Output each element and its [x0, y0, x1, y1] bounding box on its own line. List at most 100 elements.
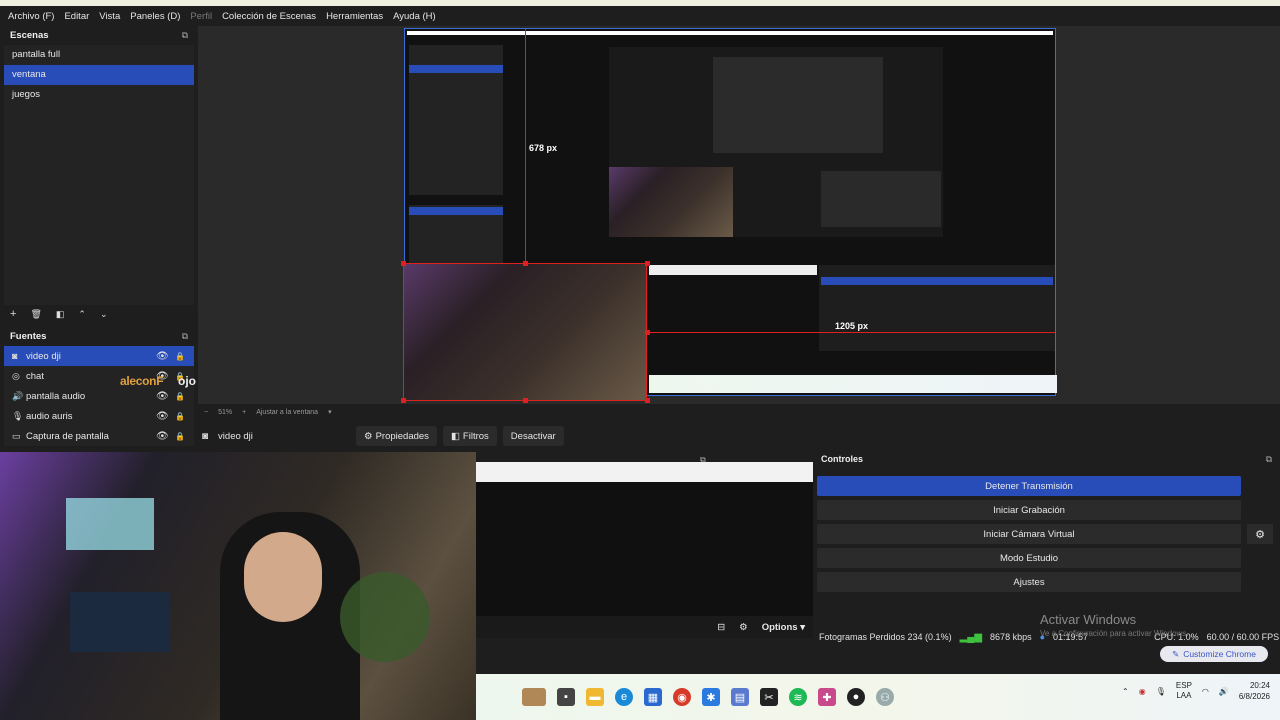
- move-down-icon[interactable]: ⌄: [100, 309, 108, 320]
- menu-archivo[interactable]: Archivo (F): [8, 11, 54, 22]
- taskbar: ▪ ▬ e ▦ ◉ ✱ ▤ ✂ ≋ ✚ ● ⚇ ⌃ ◉ 🎙 ESP LAA ◠ …: [476, 674, 1280, 720]
- settings-icon[interactable]: ✱: [702, 688, 720, 706]
- zoom-out-icon[interactable]: −: [204, 409, 208, 416]
- settings-button[interactable]: Ajustes: [817, 572, 1241, 592]
- source-item-chat[interactable]: ◎ chat 👁 🔒: [4, 366, 194, 386]
- deactivate-label: Desactivar: [510, 430, 556, 442]
- customize-chrome-button[interactable]: ✎ Customize Chrome: [1160, 646, 1268, 662]
- pencil-icon: ✎: [1172, 648, 1180, 659]
- filters-button[interactable]: ◧ Filtros: [442, 426, 497, 446]
- obs-icon[interactable]: ●: [847, 688, 865, 706]
- virtual-camera-settings-gear-icon[interactable]: ⚙: [1247, 524, 1273, 544]
- spotify-icon[interactable]: ≋: [789, 688, 807, 706]
- fps-readout: 60.00 / 60.00 FPS: [1206, 632, 1280, 642]
- resize-handle[interactable]: [645, 398, 650, 403]
- menu-perfil[interactable]: Perfil: [190, 11, 212, 22]
- options-button[interactable]: Options ▾: [762, 622, 805, 633]
- zoom-in-icon[interactable]: +: [242, 409, 246, 416]
- menu-herramientas[interactable]: Herramientas: [326, 11, 383, 22]
- app-icon[interactable]: ⚇: [876, 688, 894, 706]
- menu-coleccion-escenas[interactable]: Colección de Escenas: [222, 11, 316, 22]
- resize-handle[interactable]: [645, 330, 650, 335]
- overlay-username: aleconF: [120, 374, 164, 388]
- eye-icon[interactable]: 👁: [156, 411, 169, 422]
- guide-line-vertical: [525, 29, 526, 263]
- undock-icon[interactable]: ⧉: [182, 331, 188, 342]
- scene-item-pantalla-full[interactable]: pantalla full: [4, 45, 194, 65]
- source-item-video-dji[interactable]: ◙ video dji 👁 🔒: [4, 346, 194, 366]
- store-icon[interactable]: ▦: [644, 688, 662, 706]
- scene-item-ventana[interactable]: ventana: [4, 65, 194, 85]
- gear-icon[interactable]: ⚙: [739, 622, 748, 633]
- calculator-icon[interactable]: ▤: [731, 688, 749, 706]
- add-icon[interactable]: +: [10, 308, 16, 320]
- menu-paneles[interactable]: Paneles (D): [130, 11, 180, 22]
- speaker-icon: 🔊: [12, 390, 24, 401]
- folder-icon[interactable]: ▬: [586, 688, 604, 706]
- resize-handle[interactable]: [523, 398, 528, 403]
- snipping-tool-icon[interactable]: ✚: [818, 688, 836, 706]
- face-shape: [244, 532, 322, 622]
- eye-icon[interactable]: 👁: [156, 391, 169, 402]
- eye-icon[interactable]: 👁: [156, 431, 169, 442]
- language-indicator[interactable]: ESP LAA: [1176, 681, 1192, 701]
- stop-stream-button[interactable]: Detener Transmisión: [817, 476, 1241, 496]
- source-item-audio-auris[interactable]: 🎙 audio auris 👁 🔒: [4, 406, 194, 426]
- lock-icon[interactable]: 🔒: [175, 392, 185, 401]
- microphone-icon: 🎙: [12, 410, 24, 421]
- lock-icon[interactable]: 🔒: [175, 432, 185, 441]
- scenes-dock: Escenas ⧉ pantalla full ventana juegos +…: [4, 26, 194, 324]
- trash-icon[interactable]: 🗑: [30, 309, 41, 320]
- menu-ayuda[interactable]: Ayuda (H): [393, 11, 436, 22]
- undock-icon[interactable]: ⧉: [700, 455, 706, 465]
- source-label: chat: [26, 370, 44, 382]
- nested-controls: [819, 265, 1055, 351]
- wifi-icon[interactable]: ◠: [1202, 687, 1209, 696]
- studio-mode-button[interactable]: Modo Estudio: [817, 548, 1241, 568]
- tray-app-icon[interactable]: ◉: [1139, 687, 1146, 696]
- selection-box: [403, 263, 647, 401]
- filter-icon[interactable]: ◧: [56, 309, 65, 320]
- volume-icon[interactable]: 🔊: [1219, 687, 1229, 696]
- start-recording-button[interactable]: Iniciar Grabación: [817, 500, 1241, 520]
- layout-icon[interactable]: ⊟: [717, 622, 725, 633]
- move-up-icon[interactable]: ⌃: [78, 309, 86, 320]
- menu-editar[interactable]: Editar: [64, 11, 89, 22]
- nested-titlebar: [407, 31, 1053, 35]
- start-virtual-camera-button[interactable]: Iniciar Cámara Virtual: [817, 524, 1241, 544]
- resize-handle[interactable]: [401, 261, 406, 266]
- resize-handle[interactable]: [645, 261, 650, 266]
- lock-icon[interactable]: 🔒: [175, 352, 185, 361]
- resize-handle[interactable]: [401, 398, 406, 403]
- zoom-fit-button[interactable]: Ajustar a la ventana: [256, 409, 318, 416]
- scene-item-juegos[interactable]: juegos: [4, 85, 194, 105]
- monitor-glow: [66, 498, 154, 550]
- undock-icon[interactable]: ⧉: [1266, 454, 1272, 468]
- microphone-icon[interactable]: 🎙: [1156, 687, 1166, 696]
- menu-vista[interactable]: Vista: [99, 11, 120, 22]
- source-context-bar: ◙ video dji ⚙ Propiedades ◧ Filtros Desa…: [198, 424, 1280, 448]
- lock-icon[interactable]: 🔒: [175, 412, 185, 421]
- terminal-icon[interactable]: ▪: [557, 688, 575, 706]
- capcut-icon[interactable]: ✂: [760, 688, 778, 706]
- resize-handle[interactable]: [523, 261, 528, 266]
- source-item-captura-pantalla[interactable]: ▭ Captura de pantalla 👁 🔒: [4, 426, 194, 446]
- undock-icon[interactable]: ⧉: [182, 30, 188, 41]
- source-label: audio auris: [26, 410, 73, 422]
- desk-shape: [70, 592, 170, 652]
- clock[interactable]: 20:24 6/8/2026: [1239, 680, 1270, 702]
- measure-horizontal-label: 1205 px: [835, 321, 869, 331]
- controls-title: Controles: [821, 454, 864, 464]
- edge-icon[interactable]: e: [615, 688, 633, 706]
- chevron-up-icon[interactable]: ⌃: [1122, 687, 1129, 696]
- preview-canvas[interactable]: 678 px 1205 px: [401, 28, 1057, 403]
- chevron-down-icon[interactable]: ▾: [328, 408, 332, 416]
- deactivate-button[interactable]: Desactivar: [502, 426, 564, 446]
- source-item-pantalla-audio[interactable]: 🔊 pantalla audio 👁 🔒: [4, 386, 194, 406]
- signal-bars-icon: ▂▄▆: [959, 631, 983, 643]
- eye-icon[interactable]: 👁: [156, 351, 169, 362]
- chrome-icon[interactable]: ◉: [673, 688, 691, 706]
- system-tray: ⌃ ◉ 🎙 ESP LAA ◠ 🔊 20:24 6/8/2026: [1122, 680, 1270, 702]
- clock-date: 6/8/2026: [1238, 692, 1270, 701]
- properties-button[interactable]: ⚙ Propiedades: [356, 426, 437, 446]
